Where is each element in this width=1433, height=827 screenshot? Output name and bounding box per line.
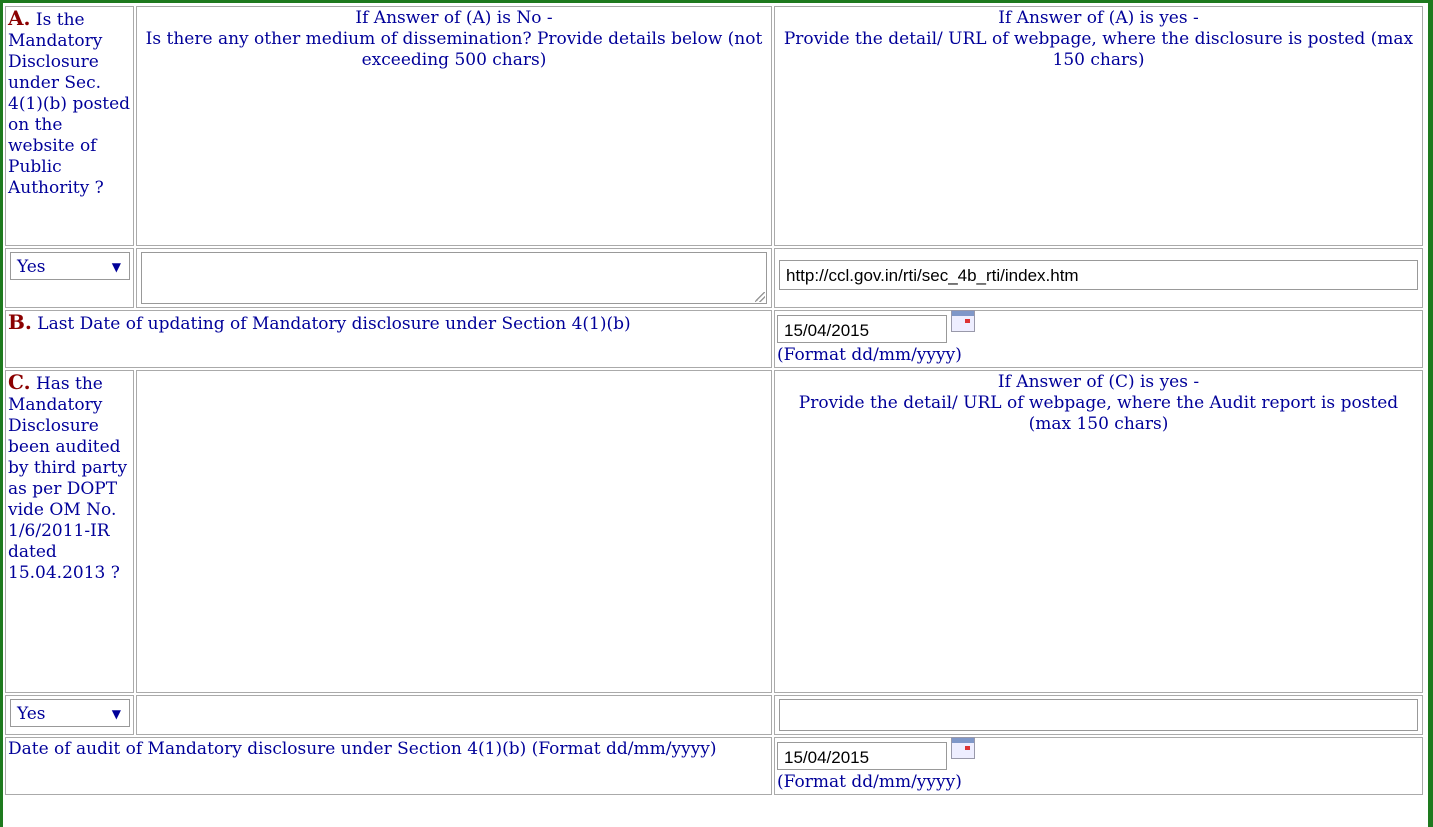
last-update-date-cell: 15/04/2015 (Format dd/mm/yyyy) <box>774 310 1423 368</box>
posted-on-website-select[interactable]: Yes ▼ <box>10 252 130 280</box>
chevron-down-icon: ▼ <box>111 260 121 274</box>
posted-select-value: Yes <box>17 257 46 277</box>
row-a-header: A. Is the Mandatory Disclosure under Sec… <box>5 6 1423 246</box>
other-medium-header: If Answer of (A) is No - Is there any ot… <box>136 6 772 246</box>
audit-date-format-hint: (Format dd/mm/yyyy) <box>777 772 962 792</box>
disclosure-url-instruction: Provide the detail/ URL of webpage, wher… <box>783 29 1414 70</box>
last-update-date-value: 15/04/2015 <box>784 321 870 340</box>
calendar-icon[interactable] <box>951 737 975 759</box>
row-c-header: C. Has the Mandatory Disclosure been aud… <box>5 370 1423 693</box>
other-medium-instruction: Is there any other medium of disseminati… <box>145 29 763 70</box>
audited-select-value: Yes <box>17 704 46 724</box>
audit-url-cell <box>774 695 1423 735</box>
audit-url-header: If Answer of (C) is yes - Provide the de… <box>774 370 1423 693</box>
question-c-text: Has the Mandatory Disclosure been audite… <box>8 374 128 583</box>
calendar-icon[interactable] <box>951 310 975 332</box>
audited-select-cell: Yes ▼ <box>5 695 134 735</box>
audit-url-instruction: Provide the detail/ URL of webpage, wher… <box>798 393 1399 434</box>
posted-select-cell: Yes ▼ <box>5 248 134 308</box>
disclosure-url-condition: If Answer of (A) is yes - <box>998 8 1199 28</box>
last-update-label: Last Date of updating of Mandatory discl… <box>37 314 631 334</box>
row-b: B. Last Date of updating of Mandatory di… <box>5 310 1423 368</box>
question-c-cell: C. Has the Mandatory Disclosure been aud… <box>5 370 134 693</box>
question-a-cell: A. Is the Mandatory Disclosure under Sec… <box>5 6 134 246</box>
disclosure-form-table: A. Is the Mandatory Disclosure under Sec… <box>3 4 1425 797</box>
disclosure-url-header: If Answer of (A) is yes - Provide the de… <box>774 6 1423 246</box>
row-a-inputs: Yes ▼ http://ccl.gov.in/rti/sec_4b_rti/i… <box>5 248 1423 308</box>
audit-date-label-cell: Date of audit of Mandatory disclosure un… <box>5 737 772 795</box>
last-update-date-input[interactable]: 15/04/2015 <box>777 315 947 343</box>
letter-a: A. <box>8 6 31 30</box>
disclosure-url-value: http://ccl.gov.in/rti/sec_4b_rti/index.h… <box>786 266 1079 285</box>
disclosure-url-cell: http://ccl.gov.in/rti/sec_4b_rti/index.h… <box>774 248 1423 308</box>
row-d: Date of audit of Mandatory disclosure un… <box>5 737 1423 795</box>
question-a-text: Is the Mandatory Disclosure under Sec. 4… <box>8 10 131 198</box>
audit-date-input[interactable]: 15/04/2015 <box>777 742 947 770</box>
letter-c: C. <box>8 370 31 394</box>
audit-url-input[interactable] <box>779 699 1418 731</box>
letter-b: B. <box>8 310 32 334</box>
chevron-down-icon: ▼ <box>111 707 121 721</box>
last-update-label-cell: B. Last Date of updating of Mandatory di… <box>5 310 772 368</box>
disclosure-url-input[interactable]: http://ccl.gov.in/rti/sec_4b_rti/index.h… <box>779 260 1418 290</box>
resize-grip-icon[interactable] <box>755 292 765 302</box>
last-update-format-hint: (Format dd/mm/yyyy) <box>777 345 962 365</box>
audit-url-condition: If Answer of (C) is yes - <box>997 372 1200 392</box>
other-medium-textarea[interactable] <box>141 252 767 304</box>
audit-date-value: 15/04/2015 <box>784 748 870 767</box>
other-medium-cell <box>136 248 772 308</box>
audit-empty-cell <box>136 370 772 693</box>
row-c-inputs: Yes ▼ <box>5 695 1423 735</box>
audited-select[interactable]: Yes ▼ <box>10 699 130 727</box>
audit-empty-input-cell <box>136 695 772 735</box>
audit-date-cell: 15/04/2015 (Format dd/mm/yyyy) <box>774 737 1423 795</box>
other-medium-condition: If Answer of (A) is No - <box>355 8 553 28</box>
audit-date-label: Date of audit of Mandatory disclosure un… <box>8 739 717 759</box>
